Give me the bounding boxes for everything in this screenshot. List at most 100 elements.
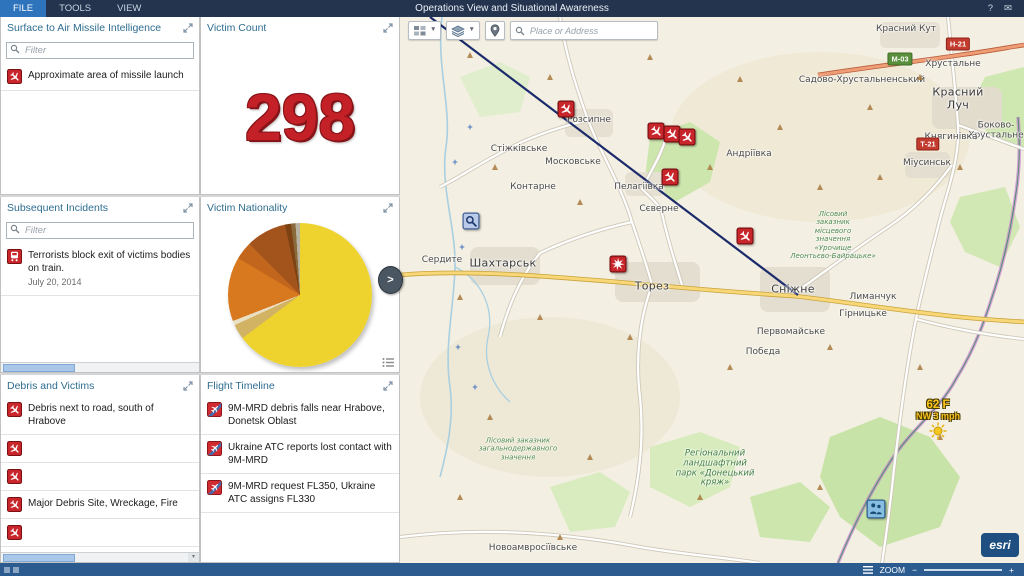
debris-icon [7, 469, 23, 485]
menu-file[interactable]: FILE [0, 0, 47, 17]
help-icon[interactable]: ? [988, 3, 993, 14]
expand-icon[interactable] [183, 202, 193, 213]
middle-column: Victim Count 298 Victim Nationality Flig… [200, 17, 400, 563]
panel-title-timeline: Flight Timeline [207, 379, 275, 392]
poi-triangle-icon [587, 454, 593, 460]
expand-icon[interactable] [383, 202, 393, 213]
poi-triangle-icon [467, 52, 473, 58]
scroll-down-arrow[interactable]: ▾ [188, 553, 199, 562]
crash-marker[interactable] [647, 122, 665, 140]
zoom-out-button[interactable]: − [912, 565, 917, 575]
expand-icon[interactable] [183, 22, 193, 33]
crash-marker[interactable] [661, 168, 679, 186]
basemap-button[interactable]: ▼ [408, 21, 442, 40]
map-label: Новоамвросіївське [488, 542, 578, 553]
debris-item[interactable]: Major Debris Site, Wreckage, Fire [1, 491, 199, 519]
list-item-label: Terrorists block exit of victims bodies … [28, 249, 193, 289]
timeline-item[interactable]: 9M-MRD debris falls near Hrabove, Donets… [201, 396, 399, 435]
map-search-box [509, 21, 658, 40]
flight-event-icon [207, 441, 222, 456]
debris-item-label: Major Debris Site, Wreckage, Fire [28, 498, 178, 509]
debris-item[interactable] [1, 463, 199, 491]
list-item-missile-launch[interactable]: Approximate area of missile launch [1, 63, 199, 91]
road-shield: Н-21 [945, 37, 971, 51]
search-icon [10, 44, 20, 54]
main-area: Surface to Air Missile Intelligence Appr… [0, 17, 1024, 563]
expand-icon[interactable] [183, 380, 193, 391]
poi-triangle-icon [492, 164, 498, 170]
zoom-control: ZOOM − + [862, 565, 1024, 575]
crash-marker[interactable] [557, 100, 575, 118]
layers-icon [451, 25, 466, 37]
pin-button[interactable] [484, 21, 505, 40]
list-view-icon[interactable] [382, 357, 394, 368]
map-label: Сердите [421, 254, 463, 265]
debris-item[interactable] [1, 519, 199, 547]
zoom-in-button[interactable]: + [1009, 565, 1014, 575]
victim-nationality-pie[interactable] [228, 223, 372, 367]
people-marker[interactable] [866, 499, 886, 519]
poi-triangle-icon [457, 294, 463, 300]
map-label: Контарне [510, 181, 556, 192]
expand-icon[interactable] [383, 22, 393, 33]
list-item-train-incident[interactable]: Terrorists block exit of victims bodies … [1, 243, 199, 296]
timeline-item-label: Ukraine ATC reports lost contact with 9M… [228, 442, 392, 466]
expand-icon[interactable] [383, 380, 393, 391]
flight-event-icon [207, 402, 222, 417]
map-label: Садово-Хрустальненський [798, 74, 926, 85]
poi-cross-icon: + [455, 342, 461, 352]
esri-label: esri [989, 538, 1011, 552]
panel-debris-victims: Debris and Victims Debris next to road, … [0, 375, 200, 563]
bottom-bar: ZOOM − + [0, 563, 1024, 576]
crash-marker[interactable] [736, 227, 754, 245]
zoom-slider[interactable] [924, 568, 1003, 571]
panel-collapse-expander[interactable]: > [378, 266, 403, 294]
search-marker[interactable] [462, 212, 480, 230]
map-label: Гірницьке [839, 308, 887, 319]
map-label: Міусинськ [903, 157, 951, 168]
poi-triangle-icon [547, 74, 553, 80]
poi-triangle-icon [647, 54, 653, 60]
map-label: Регіональний ландшафтний парк «Донецький… [675, 448, 755, 488]
map-label: Шахтарськ [469, 256, 537, 270]
explosion-marker[interactable] [609, 255, 627, 273]
missile-filter-input[interactable] [6, 42, 194, 59]
map[interactable]: Красний Кут Хрустальне Садово-Хрустальненс… [400, 17, 1024, 563]
debris-icon [7, 441, 23, 457]
poi-triangle-icon [817, 484, 823, 490]
menu-icon[interactable] [862, 565, 873, 574]
debris-item[interactable]: Debris next to road, south of Hrabove [1, 396, 199, 435]
panel-subsequent-incidents: Subsequent Incidents Terrorists block ex… [0, 197, 200, 373]
scrollbar-thumb[interactable] [3, 364, 75, 372]
timeline-item[interactable]: 9M-MRD request FL350, Ukraine ATC assign… [201, 474, 399, 513]
poi-triangle-icon [557, 534, 563, 540]
poi-triangle-icon [777, 124, 783, 130]
incidents-filter-input[interactable] [6, 222, 194, 239]
window-dot[interactable] [4, 566, 10, 573]
search-icon [10, 224, 20, 234]
mail-icon[interactable]: ✉ [1004, 3, 1012, 14]
layers-button[interactable]: ▼ [446, 21, 480, 40]
map-label: Лісовий заказник місцевого значення «Уро… [790, 209, 876, 260]
poi-triangle-icon [697, 494, 703, 500]
window-dot[interactable] [13, 566, 19, 573]
poi-cross-icon: + [452, 157, 458, 167]
map-label: Княгинівка [924, 131, 978, 142]
timeline-item[interactable]: Ukraine ATC reports lost contact with 9M… [201, 435, 399, 474]
menu-view[interactable]: VIEW [104, 0, 154, 17]
esri-logo[interactable]: esri [981, 533, 1019, 557]
poi-triangle-icon [827, 344, 833, 350]
horizontal-scrollbar[interactable] [1, 362, 199, 372]
map-label: Красний Луч [932, 85, 984, 111]
horizontal-scrollbar[interactable] [1, 552, 199, 562]
list-item-date: July 20, 2014 [28, 277, 82, 287]
chevron-down-icon: ▼ [430, 26, 437, 34]
poi-triangle-icon [817, 184, 823, 190]
debris-item[interactable] [1, 435, 199, 463]
scrollbar-thumb[interactable] [3, 554, 75, 562]
panel-title-incidents: Subsequent Incidents [7, 201, 108, 214]
poi-triangle-icon [867, 104, 873, 110]
map-search-input[interactable] [527, 24, 653, 37]
menu-tools[interactable]: TOOLS [46, 0, 104, 17]
crash-marker[interactable] [678, 128, 696, 146]
